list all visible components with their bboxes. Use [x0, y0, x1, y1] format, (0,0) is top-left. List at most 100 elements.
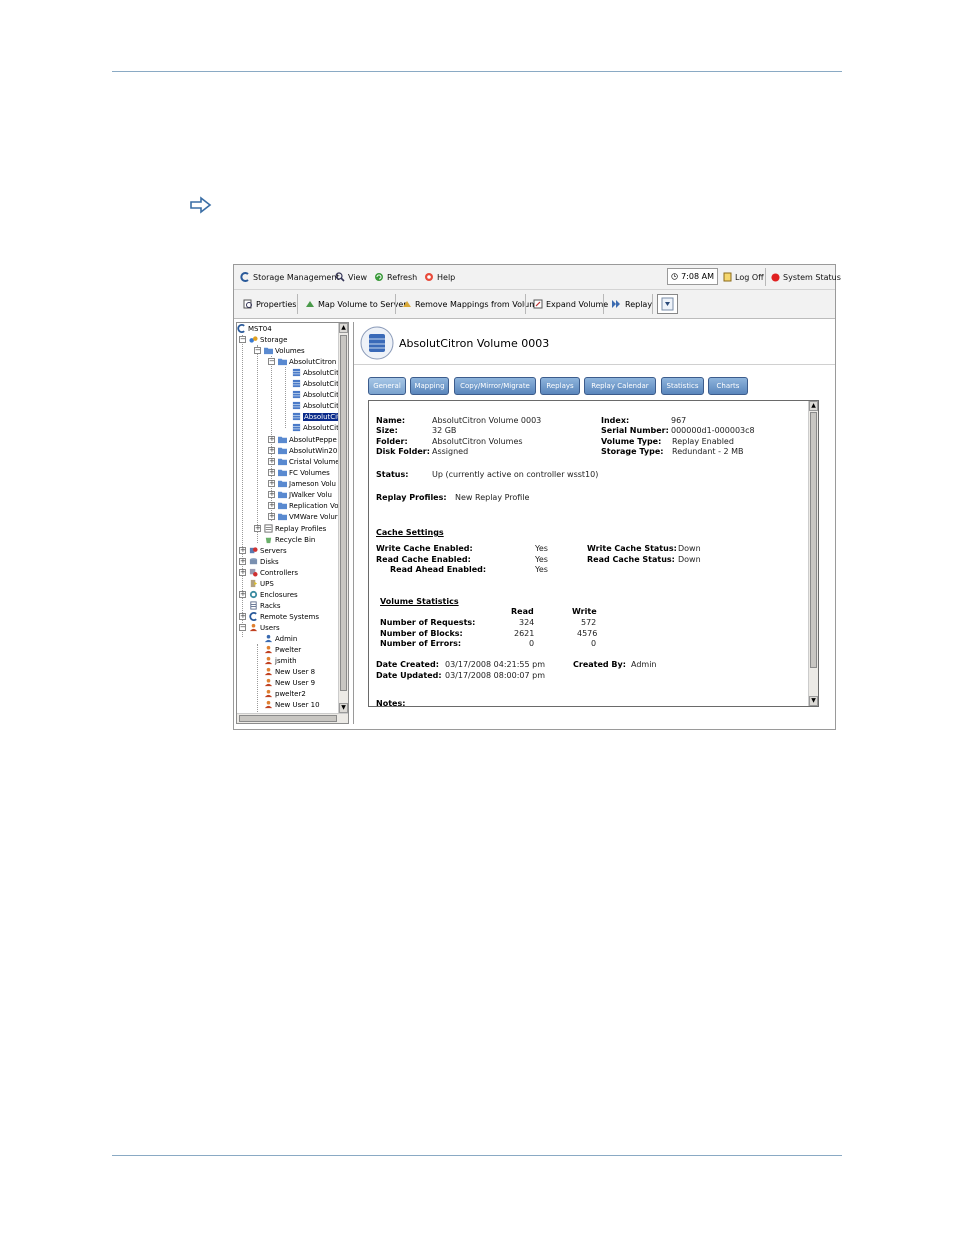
menu-help[interactable]: Help — [424, 270, 455, 284]
tree-folder[interactable]: JWalker Volu — [278, 489, 332, 500]
expand-toggle[interactable]: + — [239, 558, 246, 565]
tree-controllers[interactable]: Controllers — [249, 567, 298, 578]
tab-general[interactable]: General — [368, 377, 406, 395]
expand-toggle[interactable]: + — [268, 469, 275, 476]
more-actions-button[interactable] — [657, 294, 678, 314]
menu-view[interactable]: View — [335, 270, 367, 284]
replay-button[interactable]: Replay — [611, 297, 652, 311]
chevron-down-icon — [661, 297, 674, 311]
tab-charts[interactable]: Charts — [708, 377, 748, 395]
scroll-up-button[interactable]: ▲ — [809, 401, 818, 411]
tree-remote-systems-label: Remote Systems — [260, 612, 319, 621]
tree-user[interactable]: pwelter2 — [264, 688, 306, 699]
tree-recycle-bin[interactable]: Recycle Bin — [264, 534, 315, 545]
expand-volume-button[interactable]: Expand Volume — [533, 297, 608, 311]
expand-toggle[interactable]: + — [268, 513, 275, 520]
properties-button[interactable]: Properties — [243, 297, 296, 311]
tree-user[interactable]: New User 8 — [264, 666, 315, 677]
expand-toggle[interactable]: + — [239, 547, 246, 554]
tree-vertical-scrollbar[interactable]: ▲ ▼ — [338, 323, 348, 713]
user-icon — [264, 700, 273, 709]
tree-horizontal-scrollbar[interactable] — [237, 713, 348, 723]
tree-user-label: New User 9 — [275, 678, 316, 687]
folder-icon — [278, 502, 287, 510]
menu-log-off[interactable]: Log Off — [723, 270, 764, 284]
volume-statistics-heading: Volume Statistics — [380, 597, 459, 606]
storage-management-icon — [240, 272, 249, 282]
tree-ups[interactable]: UPS — [249, 578, 274, 589]
tree-remote-systems[interactable]: Remote Systems — [249, 611, 319, 622]
collapse-toggle[interactable]: − — [239, 624, 246, 631]
tree-folder[interactable]: Cristal Volume — [278, 456, 339, 467]
tree-folder[interactable]: Replication Vo — [278, 500, 339, 511]
tree-volume-item[interactable]: AbsolutCit — [292, 389, 339, 400]
tree-volumes[interactable]: Volumes — [264, 345, 305, 356]
user-icon — [264, 678, 273, 687]
menu-view-label: View — [348, 272, 367, 282]
expand-toggle[interactable]: + — [268, 502, 275, 509]
tab-replay-calendar[interactable]: Replay Calendar — [584, 377, 656, 395]
tree-folder[interactable]: AbsolutWin20 — [278, 445, 337, 456]
tree-disks[interactable]: Disks — [249, 556, 279, 567]
expand-toggle[interactable]: + — [239, 591, 246, 598]
tree-volume-label: AbsolutCit — [303, 368, 339, 377]
scroll-thumb[interactable] — [810, 412, 817, 668]
controllers-icon — [249, 568, 258, 577]
tree-folder[interactable]: Jameson Volu — [278, 478, 336, 489]
tree-volume-item[interactable]: AbsolutCit — [292, 367, 339, 378]
tree-volumes-label: Volumes — [275, 346, 305, 355]
tree-servers[interactable]: Servers — [249, 545, 287, 556]
expand-toggle[interactable]: + — [239, 613, 246, 620]
tab-statistics[interactable]: Statistics — [661, 377, 704, 395]
tab-mapping[interactable]: Mapping — [410, 377, 449, 395]
tab-copy-mirror-migrate[interactable]: Copy/Mirror/Migrate — [454, 377, 536, 395]
tree-replay-profiles[interactable]: Replay Profiles — [264, 523, 326, 534]
tree-guide — [257, 644, 258, 713]
tree-user[interactable]: Admin — [264, 633, 297, 644]
remove-mappings-button[interactable]: Remove Mappings from Volume — [402, 297, 542, 311]
tab-replays[interactable]: Replays — [540, 377, 580, 395]
tree-user[interactable]: Pwelter — [264, 644, 301, 655]
tree-users[interactable]: Users — [249, 622, 280, 633]
collapse-toggle[interactable]: − — [268, 358, 275, 365]
horizontal-scroll-thumb[interactable] — [239, 715, 337, 722]
tree-user[interactable]: jsmith — [264, 655, 297, 666]
expand-toggle[interactable]: + — [268, 458, 275, 465]
tree-enclosures[interactable]: Enclosures — [249, 589, 298, 600]
expand-toggle[interactable]: + — [254, 525, 261, 532]
menu-system-status[interactable]: System Status — [771, 270, 841, 284]
menu-storage-management[interactable]: Storage Management — [240, 270, 340, 284]
tree-folder[interactable]: VMWare Volur — [278, 511, 338, 522]
expand-toggle[interactable]: + — [239, 569, 246, 576]
collapse-toggle[interactable]: − — [254, 347, 261, 354]
tree-absolut-citron[interactable]: AbsolutCitron — [278, 356, 336, 367]
tree-racks[interactable]: Racks — [249, 600, 281, 611]
scroll-down-button[interactable]: ▼ — [809, 696, 818, 706]
tree-volume-item[interactable]: AbsolutCit — [292, 378, 339, 389]
panel-vertical-scrollbar[interactable]: ▲ ▼ — [808, 401, 818, 706]
tree-user[interactable]: New User 10 — [264, 699, 320, 710]
tree-folder[interactable]: AbsolutPeppe — [278, 434, 337, 445]
expand-toggle[interactable]: + — [268, 447, 275, 454]
expand-toggle[interactable]: + — [268, 480, 275, 487]
tree-volume-label: AbsolutCit — [303, 401, 339, 410]
tree-folder[interactable]: FC Volumes — [278, 467, 330, 478]
tree-user[interactable]: New User 9 — [264, 677, 315, 688]
tree-root[interactable]: MST04 — [237, 323, 272, 334]
page-title: AbsolutCitron Volume 0003 — [399, 337, 550, 350]
folder-icon — [264, 347, 273, 355]
date-updated-value: 03/17/2008 08:00:07 pm — [445, 671, 545, 680]
scroll-up-button[interactable]: ▲ — [339, 323, 348, 333]
menu-refresh[interactable]: Refresh — [374, 270, 417, 284]
tree-volume-item-selected[interactable]: AbsolutCit — [292, 411, 339, 422]
tree-volume-item[interactable]: AbsolutCit — [292, 422, 339, 433]
map-volume-button[interactable]: Map Volume to Server — [305, 297, 407, 311]
collapse-toggle[interactable]: − — [239, 336, 246, 343]
tree-storage[interactable]: Storage — [249, 334, 287, 345]
expand-toggle[interactable]: + — [268, 491, 275, 498]
tree-volume-item[interactable]: AbsolutCit — [292, 400, 339, 411]
scroll-down-button[interactable]: ▼ — [339, 703, 348, 713]
replay-profiles-label: Replay Profiles: — [376, 493, 447, 502]
scroll-thumb[interactable] — [340, 335, 347, 691]
expand-toggle[interactable]: + — [268, 436, 275, 443]
